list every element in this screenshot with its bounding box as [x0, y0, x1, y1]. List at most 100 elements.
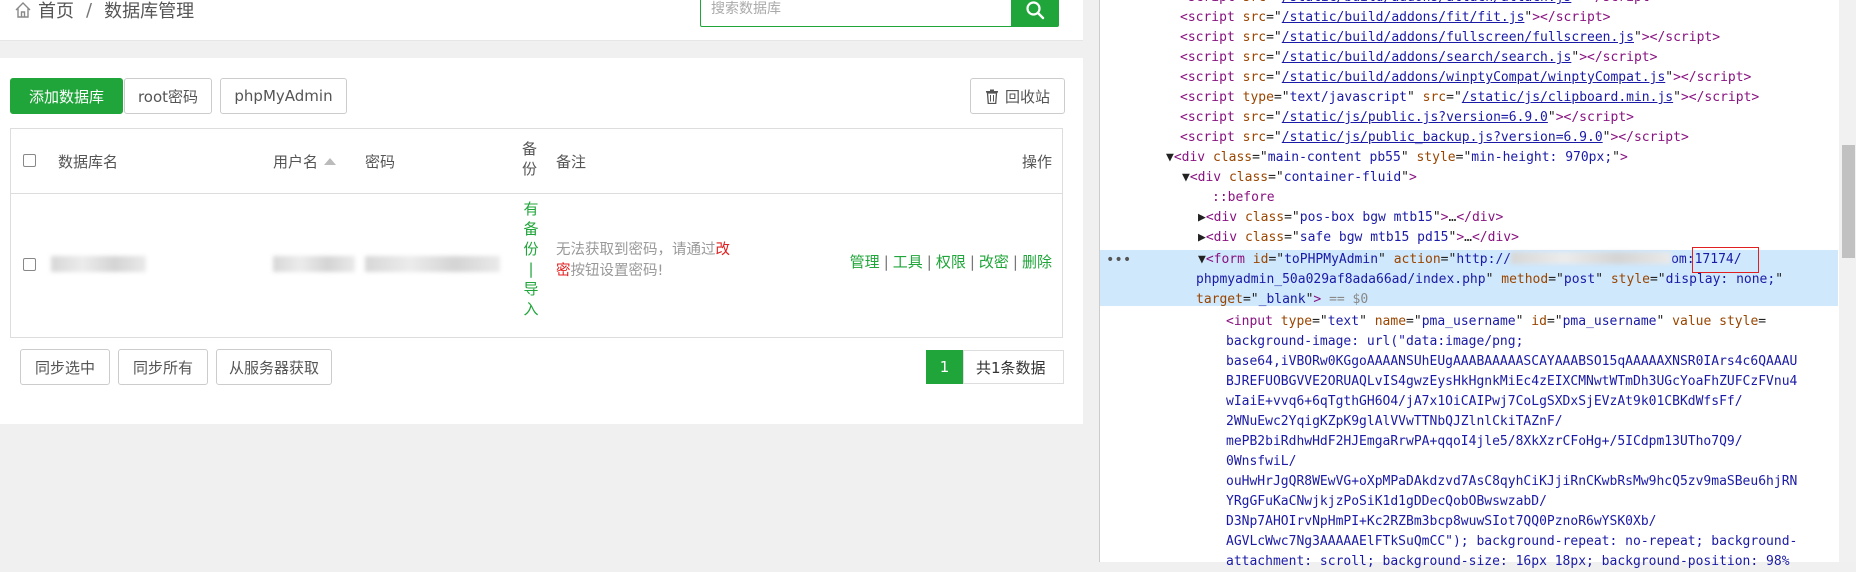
password-redacted[interactable] [365, 256, 500, 272]
table-header: 数据库名 用户名 密码 备 份 备注 操作 [11, 129, 1062, 194]
select-all-checkbox[interactable] [23, 154, 36, 167]
breadcrumb: 首页 / 数据库管理 [14, 0, 195, 23]
breadcrumb-home[interactable]: 首页 [38, 0, 74, 23]
op-change-password[interactable]: 改密 [979, 253, 1009, 271]
phpmyadmin-button[interactable]: phpMyAdmin [220, 78, 347, 114]
header-backup: 备 份 [522, 139, 537, 179]
header-username[interactable]: 用户名 [273, 151, 318, 172]
recycle-bin-label: 回收站 [1004, 87, 1050, 106]
page-current[interactable]: 1 [926, 350, 963, 384]
recycle-bin-button[interactable]: 回收站 [970, 78, 1065, 114]
backup-char: 入 [523, 300, 539, 318]
change-password-link[interactable]: 改 [716, 242, 731, 258]
redacted-host [1511, 252, 1672, 264]
dom-node-script[interactable]: <script src="/static/build/addons/search… [1180, 48, 1657, 68]
op-separator: | [926, 253, 932, 271]
breadcrumb-separator: / [86, 0, 93, 21]
header-db-name: 数据库名 [58, 153, 119, 171]
input-style-line: YRgGFuKaCNwjkjzPoSiK1d1gDDecQobOBwswzabD… [1226, 494, 1547, 509]
db-name-redacted[interactable] [51, 256, 146, 272]
sort-asc-icon[interactable] [323, 157, 337, 166]
note-text: 按钮设置密码! [570, 263, 664, 279]
dom-node-script[interactable]: <script src="/static/build/addons/winpty… [1180, 68, 1751, 88]
dom-node-before[interactable]: ::before [1212, 188, 1275, 208]
dom-node-main-content[interactable]: ▼<div class="main-content pb55" style="m… [1166, 148, 1628, 168]
dom-node-script[interactable]: <script src="/static/js/public.js?versio… [1180, 108, 1634, 128]
input-style-line: background-image: url("data:image/png; [1226, 334, 1524, 349]
scroll-thumb[interactable] [1842, 145, 1855, 258]
backup-char: 导 [523, 280, 539, 298]
sync-selected-button[interactable]: 同步选中 [20, 349, 110, 385]
op-separator: | [1012, 253, 1018, 271]
header-backup-char: 份 [522, 160, 538, 178]
add-database-button[interactable]: 添加数据库 [10, 78, 123, 114]
database-panel: 添加数据库 root密码 phpMyAdmin 回收站 数据库名 用户名 密码 … [0, 58, 1083, 424]
dom-node-script[interactable]: <script src="/static/build/addons/attach… [1180, 0, 1657, 8]
backup-char: 有 [523, 200, 539, 218]
header-password: 密码 [365, 153, 396, 171]
expand-triangle-icon: ▼ [1182, 170, 1190, 185]
note-text: 无法获取到密码，请通过 [556, 242, 716, 258]
input-style-line: wIaiE+vvq6+6qTgthGH6O4/jA7x1OiCAIPwj7CoL… [1226, 394, 1743, 409]
username-redacted [273, 256, 355, 272]
input-style-line: 0WnsfwiL/ [1226, 454, 1297, 469]
dom-node-script[interactable]: <script type="text/javascript" src="/sta… [1180, 88, 1759, 108]
input-style-line: mePB2biRdhwHdF2HJEmgaRrwPA+qqoI4jle5/8Xk… [1226, 434, 1743, 449]
dom-node-safe[interactable]: ▶<div class="safe bgw mtb15 pd15">…</div… [1198, 228, 1519, 248]
dom-node-form-cont: phpmyadmin_50a029af8ada66ad/index.php" m… [1196, 272, 1784, 287]
dom-node-form[interactable]: ▼<form id="toPHPMyAdmin" action="http://… [1198, 250, 1742, 270]
dom-node-input[interactable]: <input type="text" name="pma_username" i… [1226, 312, 1766, 332]
input-style-line: 2WNuEwc2YqigKZpK9glAlVVwTTNbQJZlnlCkiTAZ… [1226, 414, 1563, 429]
header-backup-char: 备 [522, 140, 538, 158]
search-icon [1026, 0, 1045, 19]
table-row: 有 备 份 | 导 入 无法获取到密码，请通过改 密按钮设置密码! 管理 | 工具 |… [11, 193, 1062, 338]
change-password-link[interactable]: 密 [556, 263, 571, 279]
row-checkbox[interactable] [23, 258, 36, 271]
op-manage[interactable]: 管理 [850, 253, 880, 271]
expand-triangle-icon: ▼ [1198, 252, 1206, 267]
collapse-triangle-icon: ▶ [1198, 230, 1206, 245]
dom-node-script[interactable]: <script src="/static/build/addons/fit/fi… [1180, 8, 1611, 28]
op-permissions[interactable]: 权限 [936, 253, 966, 271]
breadcrumb-current: 数据库管理 [104, 1, 195, 22]
search-box [700, 0, 1013, 27]
input-style-line: BJREFUOBGVVE2ORUAQLvIS4gwzEysHkHgnkMiEc4… [1226, 374, 1798, 389]
expand-triangle-icon: ▼ [1166, 150, 1174, 165]
search-button[interactable] [1011, 0, 1059, 27]
database-table: 数据库名 用户名 密码 备 份 备注 操作 有 备 份 | 导 入 无法获取到密… [10, 128, 1063, 338]
backup-char: 份 [523, 240, 539, 258]
dom-node-container[interactable]: ▼<div class="container-fluid"> [1182, 168, 1417, 188]
devtools-elements-panel: ••• <script src="/static/build/addons/at… [1099, 0, 1856, 569]
header-note: 备注 [556, 153, 587, 171]
database-management-page: 首页 / 数据库管理 添加数据库 root密码 phpMyAdmin [0, 0, 1099, 562]
sync-all-button[interactable]: 同步所有 [118, 349, 208, 385]
search-input[interactable] [701, 0, 971, 24]
input-style-line: ouHwHrJgQR8WEwVG+oXpMPaDAkdzvd7AsC8qyhCi… [1226, 474, 1798, 489]
devtools-scrollbar[interactable] [1839, 0, 1856, 562]
backup-char: | [528, 260, 534, 278]
more-options-icon[interactable]: ••• [1106, 252, 1131, 268]
backup-import-link[interactable]: 有 备 份 | 导 入 [522, 199, 540, 319]
row-operations: 管理 | 工具 | 权限 | 改密 | 删除 [850, 251, 1052, 272]
op-tools[interactable]: 工具 [893, 253, 923, 271]
row-note: 无法获取到密码，请通过改 密按钮设置密码! [556, 240, 730, 282]
annotation-box [1692, 247, 1759, 273]
collapse-triangle-icon: ▶ [1198, 210, 1206, 225]
dom-node-pos-box[interactable]: ▶<div class="pos-box bgw mtb15">…</div> [1198, 208, 1503, 228]
root-password-button[interactable]: root密码 [124, 78, 212, 114]
dom-node-form-cont: target="_blank"> == $0 [1196, 292, 1369, 307]
fetch-from-server-button[interactable]: 从服务器获取 [216, 349, 332, 385]
op-separator: | [883, 253, 889, 271]
op-separator: | [969, 253, 975, 271]
input-style-line: base64,iVBORw0KGgoAAAANSUhEUgAAABAAAAASC… [1226, 354, 1798, 369]
dom-node-script[interactable]: <script src="/static/build/addons/fullsc… [1180, 28, 1720, 48]
home-icon[interactable] [14, 1, 32, 19]
header-operations: 操作 [1021, 153, 1052, 171]
page-total: 共1条数据 [963, 350, 1064, 384]
dom-node-script[interactable]: <script src="/static/js/public_backup.js… [1180, 128, 1689, 148]
input-style-line: attachment: scroll; background-size: 16p… [1226, 554, 1790, 569]
op-delete[interactable]: 删除 [1022, 253, 1052, 271]
input-style-line: AGVLcWwc7Ng3AAAAAElFTkSuQmCC"); backgrou… [1226, 534, 1798, 549]
backup-char: 备 [523, 220, 539, 238]
trash-icon [985, 89, 998, 104]
